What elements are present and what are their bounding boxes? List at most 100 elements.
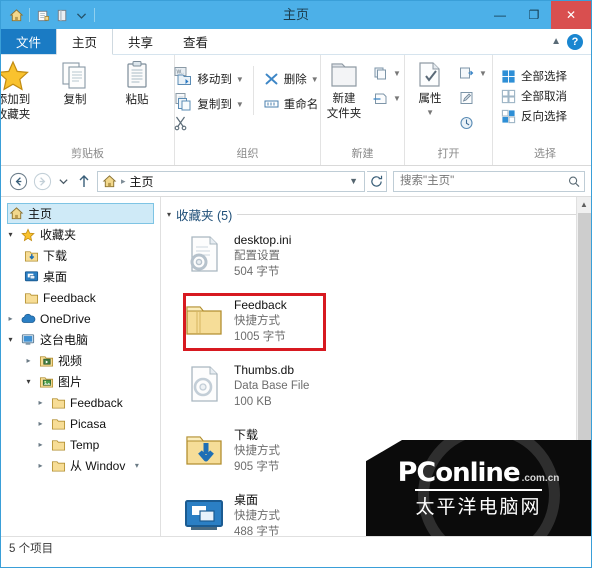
sidebar-item-this-pc[interactable]: ▾ 这台电脑	[1, 329, 160, 350]
ribbon-tab-bar: 文件 主页 共享 查看 ▲ ?	[1, 29, 591, 55]
tab-view[interactable]: 查看	[168, 29, 223, 54]
chevron-collapsed-icon[interactable]: ▸	[35, 419, 46, 428]
sidebar-item-pictures[interactable]: ▾ 图片	[1, 371, 160, 392]
easy-access-button[interactable]: ▼	[369, 87, 404, 109]
clipboard-group-label: 剪贴板	[71, 148, 104, 160]
select-all-label: 全部选择	[521, 71, 567, 83]
select-all-button[interactable]: 全部选择	[501, 66, 567, 86]
list-item[interactable]: desktop.ini 配置设置 504 字节	[183, 228, 591, 293]
list-item[interactable]: Thumbs.db Data Base File 100 KB	[183, 358, 591, 423]
file-size: 488 字节	[234, 526, 280, 536]
list-item[interactable]: 下载 快捷方式 905 字节	[183, 423, 591, 488]
sidebar-item-videos[interactable]: ▸ 视频	[1, 350, 160, 371]
sidebar-item-onedrive[interactable]: ▸ OneDrive	[1, 308, 160, 329]
tab-home[interactable]: 主页	[56, 29, 114, 55]
minimize-button[interactable]: —	[483, 1, 517, 29]
breadcrumb-separator: ▸	[121, 175, 126, 186]
easy-access-dropdown-icon[interactable]: ▼	[393, 94, 401, 103]
open-with-button[interactable]: ▼	[455, 62, 490, 84]
sidebar-item-home[interactable]: 主页	[7, 203, 154, 224]
list-item[interactable]: 桌面 快捷方式 488 字节	[183, 488, 591, 536]
scroll-up-button[interactable]: ▲	[577, 197, 591, 212]
sidebar-item-downloads[interactable]: 下载	[1, 245, 160, 266]
chevron-collapsed-icon[interactable]: ▸	[5, 314, 16, 323]
chevron-collapsed-icon[interactable]: ▸	[23, 356, 34, 365]
downloads-folder-icon	[183, 428, 225, 470]
scrollbar-thumb[interactable]	[578, 213, 591, 513]
close-button[interactable]: ✕	[551, 1, 591, 29]
delete-button[interactable]: 删除 ▼	[260, 68, 322, 90]
sidebar-item-feedback[interactable]: Feedback	[1, 287, 160, 308]
sidebar-item-from-windows[interactable]: ▸ 从 Windov ▾	[1, 455, 160, 476]
file-group-header[interactable]: ▾ 收藏夹 (5)	[161, 197, 591, 228]
chevron-up-icon[interactable]: ▲	[551, 36, 561, 47]
chevron-expanded-icon[interactable]: ▾	[23, 377, 34, 386]
path-dropdown-icon[interactable]: ▼	[349, 176, 360, 186]
vertical-scrollbar[interactable]: ▲	[576, 197, 591, 536]
invert-selection-button[interactable]: 反向选择	[501, 106, 567, 126]
add-to-favorites-button[interactable]: 添加到 收藏夹	[1, 60, 43, 122]
open-with-dropdown-icon[interactable]: ▼	[479, 69, 487, 78]
forward-button[interactable]	[31, 170, 53, 192]
history-button[interactable]	[455, 112, 490, 134]
sidebar-scroll-down-icon[interactable]: ▾	[131, 461, 142, 470]
tab-share[interactable]: 共享	[113, 29, 168, 54]
search-box[interactable]	[393, 170, 585, 192]
properties-icon	[419, 62, 440, 87]
sidebar-item-temp[interactable]: ▸ Temp	[1, 434, 160, 455]
search-input[interactable]	[398, 174, 569, 188]
pictures-folder-icon	[38, 374, 54, 390]
home-icon	[8, 206, 24, 222]
new-folder-button[interactable]: 新建 文件夹	[321, 60, 367, 121]
open-with-icon	[460, 67, 474, 79]
sidebar-item-picasa[interactable]: ▸ Picasa	[1, 413, 160, 434]
new-folder-icon[interactable]	[35, 7, 51, 23]
customize-dropdown[interactable]	[73, 7, 89, 23]
properties-button[interactable]: 属性 ▼	[407, 60, 453, 117]
paste-button[interactable]: 粘贴	[107, 60, 167, 107]
file-type: 快捷方式	[234, 510, 280, 522]
history-icon	[460, 116, 473, 130]
breadcrumb[interactable]: 主页	[130, 173, 154, 190]
sidebar-item-pictures-feedback[interactable]: ▸ Feedback	[1, 392, 160, 413]
maximize-button[interactable]: ❐	[517, 1, 551, 29]
copy-to-dropdown-icon[interactable]: ▼	[236, 100, 244, 109]
sidebar-item-favorites[interactable]: ▾ 收藏夹	[1, 224, 160, 245]
chevron-expanded-icon[interactable]: ▾	[5, 335, 16, 344]
up-button[interactable]	[73, 170, 95, 192]
chevron-expanded-icon[interactable]: ▾	[5, 230, 16, 239]
select-none-button[interactable]: 全部取消	[501, 86, 567, 106]
edit-button[interactable]	[455, 87, 490, 109]
properties-icon[interactable]	[54, 7, 70, 23]
up-arrow-icon	[79, 174, 89, 187]
properties-dropdown-icon[interactable]: ▼	[426, 108, 434, 117]
sidebar-item-label: 视频	[58, 354, 83, 368]
folder-icon	[50, 416, 66, 432]
tab-file[interactable]: 文件	[1, 29, 57, 54]
delete-label: 删除	[283, 74, 307, 86]
chevron-expanded-icon[interactable]: ▾	[167, 210, 171, 219]
back-button[interactable]	[7, 170, 29, 192]
recent-locations-button[interactable]	[55, 170, 71, 192]
desktop-icon	[183, 493, 225, 535]
breadcrumb-bar[interactable]: ▸ 主页 ▼	[97, 170, 365, 192]
move-to-dropdown-icon[interactable]: ▼	[236, 75, 244, 84]
ini-file-icon	[183, 233, 225, 275]
help-button[interactable]: ?	[567, 33, 583, 50]
chevron-collapsed-icon[interactable]: ▸	[35, 461, 46, 470]
address-bar: ▸ 主页 ▼	[1, 166, 591, 197]
home-icon[interactable]	[8, 7, 24, 23]
copy-button[interactable]: 复制	[45, 60, 105, 107]
chevron-collapsed-icon[interactable]: ▸	[35, 440, 46, 449]
new-item-button[interactable]: ▼	[369, 62, 404, 84]
folder-icon	[23, 290, 39, 306]
refresh-button[interactable]	[367, 170, 387, 192]
new-item-dropdown-icon[interactable]: ▼	[393, 69, 401, 78]
move-to-button[interactable]: 移动到 ▼	[173, 68, 246, 90]
list-item[interactable]: Feedback 快捷方式 1005 字节	[183, 293, 591, 358]
rename-button[interactable]: 重命名	[260, 93, 322, 115]
copy-to-button[interactable]: 复制到 ▼	[173, 93, 246, 115]
chevron-collapsed-icon[interactable]: ▸	[35, 398, 46, 407]
sidebar-item-desktop[interactable]: 桌面	[1, 266, 160, 287]
select-none-icon	[501, 89, 516, 103]
